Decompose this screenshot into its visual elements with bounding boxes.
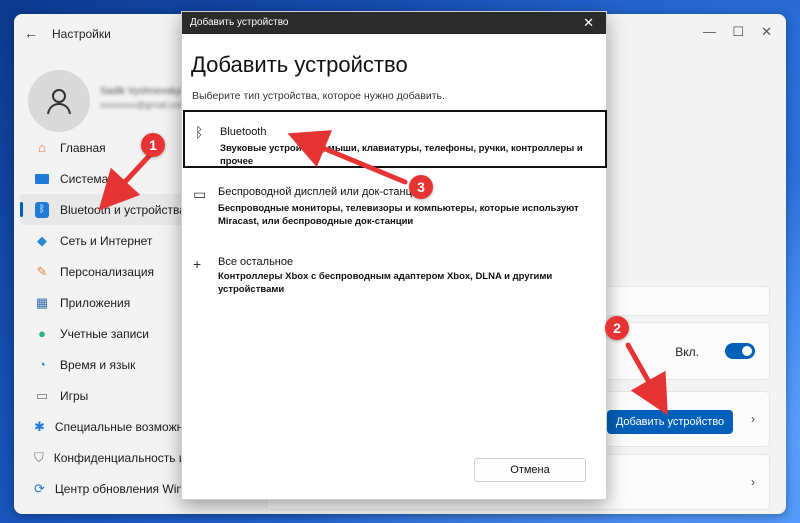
dialog-subtitle: Выберите тип устройства, которое нужно д… [192, 90, 445, 102]
user-silhouette-icon [47, 89, 71, 115]
sidebar-item-gaming[interactable]: ▭ Игры [14, 380, 194, 411]
globe-clock-icon: ◔ [38, 357, 46, 372]
sidebar-item-windows-update[interactable]: ⟳ Центр обновления Windows [14, 473, 211, 504]
sidebar-item-personalization[interactable]: ✎ Персонализация [14, 256, 194, 287]
step-2-badge: 2 [605, 316, 629, 340]
sidebar-item-system[interactable]: Система [14, 163, 194, 194]
chevron-right-icon[interactable]: › [751, 412, 755, 426]
user-name: Sadik Vyshnevskyi [100, 86, 183, 97]
dialog-heading: Добавить устройство [191, 52, 408, 77]
bluetooth-toggle[interactable] [725, 343, 755, 359]
user-email: xxxxxxxx@gmail.com [100, 100, 187, 110]
bluetooth-icon: ᛒ [34, 201, 50, 218]
option-everything-else[interactable]: + Все остальное Контроллеры Xbox с беспр… [183, 254, 607, 295]
step-3-badge: 3 [409, 175, 433, 199]
plus-icon: + [193, 256, 202, 272]
dialog-titlebar: Добавить устройство ✕ [182, 12, 606, 34]
sidebar-item-privacy[interactable]: ⛉ Конфиденциальность и защита [14, 442, 230, 473]
cancel-button[interactable]: Отмена [474, 458, 586, 482]
close-icon[interactable]: ✕ [583, 15, 594, 31]
sidebar-item-bluetooth[interactable]: ᛒ Bluetooth и устройства [20, 194, 194, 225]
toggle-label: Вкл. [675, 345, 699, 359]
update-icon: ⟳ [34, 480, 45, 496]
gamepad-icon: ▭ [35, 387, 49, 403]
option-wireless-display[interactable]: ▭ Беспроводной дисплей или док-станция Б… [183, 180, 607, 240]
sidebar-item-home[interactable]: ⌂ Главная [14, 132, 194, 163]
option-description: Контроллеры Xbox с беспроводным адаптеро… [218, 271, 553, 295]
add-device-button[interactable]: Добавить устройство [607, 410, 733, 434]
sidebar-item-apps[interactable]: ▦ Приложения [14, 287, 194, 318]
sidebar-item-network[interactable]: ◆ Сеть и Интернет [14, 225, 194, 256]
sidebar-item-accessibility[interactable]: ✱ Специальные возможности [14, 411, 208, 442]
option-title: Bluetooth [220, 126, 267, 138]
arrow-left-icon[interactable]: ← [24, 25, 38, 41]
monitor-icon: ▭ [193, 186, 207, 202]
sidebar-item-accounts[interactable]: ● Учетные записи [14, 318, 194, 349]
avatar [28, 70, 90, 132]
option-description: Звуковые устройства, мыши, клавиатуры, т… [220, 143, 583, 167]
app-title: Настройки [52, 27, 111, 41]
display-icon [34, 171, 50, 187]
apps-icon: ▦ [35, 294, 49, 310]
step-1-badge: 1 [141, 133, 165, 157]
accessibility-icon: ✱ [34, 418, 45, 434]
dialog-window-title: Добавить устройство [190, 17, 289, 28]
sidebar-item-time-language[interactable]: ◔ Время и язык [14, 349, 194, 380]
chevron-right-icon[interactable]: › [751, 475, 755, 489]
option-description: Беспроводные мониторы, телевизоры и комп… [218, 203, 579, 227]
option-title: Беспроводной дисплей или док-станция [218, 186, 424, 198]
add-device-dialog: Добавить устройство ✕ Добавить устройств… [181, 11, 607, 500]
shield-icon: ⛉ [34, 449, 44, 465]
wifi-icon: ◆ [37, 232, 47, 248]
option-bluetooth[interactable]: ᛒ Bluetooth Звуковые устройства, мыши, к… [183, 110, 607, 168]
option-title: Все остальное [218, 256, 294, 268]
bluetooth-icon: ᛒ [195, 124, 204, 140]
user-icon: ● [38, 326, 46, 341]
sidebar-nav: ⌂ Главная Система ᛒ Bluetooth и устройства… [14, 132, 230, 504]
brush-icon: ✎ [36, 263, 48, 279]
home-icon: ⌂ [38, 140, 46, 155]
